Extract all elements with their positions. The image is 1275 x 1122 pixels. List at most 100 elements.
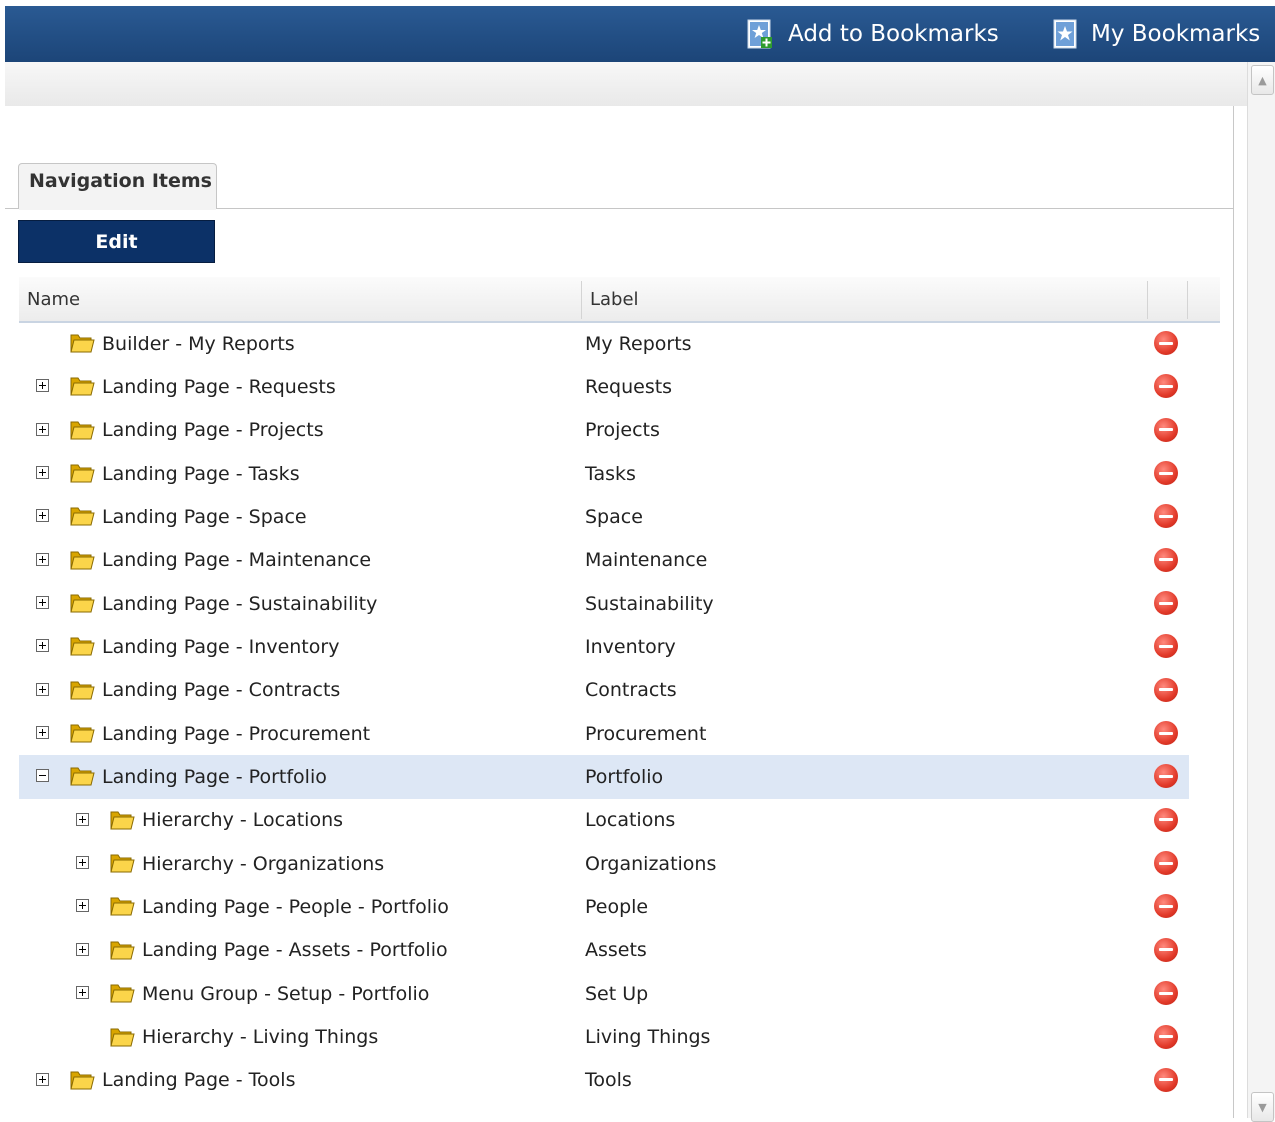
- row-label: Set Up: [585, 982, 649, 1005]
- remove-icon[interactable]: [1154, 1067, 1178, 1092]
- expand-icon[interactable]: [36, 639, 49, 653]
- row-label: Tasks: [585, 462, 636, 485]
- expand-icon[interactable]: [36, 466, 49, 480]
- table-row[interactable]: Landing Page - Requests Requests: [19, 365, 1189, 408]
- row-label: My Reports: [585, 332, 692, 355]
- my-bookmarks-link[interactable]: My Bookmarks: [1053, 18, 1260, 50]
- folder-icon: [109, 938, 135, 961]
- remove-icon[interactable]: [1154, 331, 1178, 355]
- bookmark-icon: [1053, 19, 1079, 49]
- expand-icon[interactable]: [36, 1072, 49, 1086]
- remove-icon[interactable]: [1154, 764, 1178, 789]
- folder-icon: [109, 808, 135, 831]
- folder-icon: [69, 374, 95, 397]
- row-name: Landing Page - Tools: [102, 1069, 296, 1092]
- folder-icon: [69, 591, 95, 614]
- table-row[interactable]: Landing Page - Inventory Inventory: [19, 625, 1189, 668]
- column-separator: [581, 281, 582, 319]
- folder-icon: [109, 851, 135, 874]
- row-label: Organizations: [585, 852, 717, 875]
- expand-icon[interactable]: [36, 552, 49, 566]
- table-row[interactable]: Landing Page - Projects Projects: [19, 409, 1189, 452]
- expand-icon[interactable]: [76, 986, 89, 1000]
- expand-icon[interactable]: [76, 899, 89, 913]
- row-label: Projects: [585, 419, 660, 442]
- bookmark-add-icon: [747, 19, 773, 49]
- tab-navigation-items[interactable]: Navigation Items: [18, 163, 217, 209]
- remove-icon[interactable]: [1154, 937, 1178, 962]
- table-row[interactable]: Landing Page - Tasks Tasks: [19, 452, 1189, 495]
- tab-gap: [19, 207, 216, 210]
- remove-icon[interactable]: [1154, 894, 1178, 919]
- remove-icon[interactable]: [1154, 634, 1178, 659]
- folder-icon: [69, 504, 95, 527]
- remove-icon[interactable]: [1154, 851, 1178, 876]
- remove-icon[interactable]: [1154, 1024, 1178, 1049]
- edit-button-label: Edit: [95, 230, 138, 253]
- row-name: Landing Page - Tasks: [102, 462, 300, 485]
- remove-icon[interactable]: [1154, 461, 1178, 486]
- table-row[interactable]: Menu Group - Setup - Portfolio Set Up: [19, 972, 1189, 1015]
- collapse-icon[interactable]: [36, 769, 49, 783]
- folder-icon: [69, 634, 95, 657]
- row-name: Hierarchy - Living Things: [142, 1026, 379, 1048]
- remove-icon[interactable]: [1154, 677, 1178, 702]
- expand-icon[interactable]: [36, 379, 49, 393]
- row-name: Landing Page - People - Portfolio: [142, 895, 449, 918]
- row-label: Tools: [585, 1069, 632, 1092]
- table-row[interactable]: Landing Page - Space Space: [19, 495, 1189, 538]
- folder-icon: [69, 548, 95, 571]
- row-label: Requests: [585, 375, 673, 398]
- remove-icon[interactable]: [1154, 417, 1178, 442]
- table-row[interactable]: Hierarchy - Organizations Organizations: [19, 842, 1189, 885]
- table-row[interactable]: Landing Page - Tools Tools: [19, 1059, 1189, 1102]
- row-label: Space: [585, 505, 643, 528]
- row-name: Hierarchy - Organizations: [142, 852, 385, 875]
- row-label: Inventory: [585, 635, 676, 658]
- remove-icon[interactable]: [1154, 504, 1178, 529]
- table-row[interactable]: Builder - My Reports My Reports: [19, 322, 1189, 365]
- table-row[interactable]: Landing Page - Maintenance Maintenance: [19, 539, 1189, 582]
- table-row[interactable]: Hierarchy - Locations Locations: [19, 799, 1189, 842]
- folder-icon: [69, 764, 95, 787]
- add-to-bookmarks-link[interactable]: Add to Bookmarks: [747, 18, 999, 50]
- remove-icon[interactable]: [1154, 374, 1178, 399]
- expand-icon[interactable]: [36, 422, 49, 436]
- row-label: People: [585, 895, 649, 918]
- column-header-name[interactable]: Name: [27, 277, 80, 321]
- expand-icon[interactable]: [36, 509, 49, 523]
- panel-border: [1233, 106, 1234, 1118]
- column-header-label[interactable]: Label: [590, 277, 639, 321]
- row-label: Living Things: [585, 1026, 711, 1048]
- table-row[interactable]: Landing Page - Sustainability Sustainabil…: [19, 582, 1189, 625]
- table-row[interactable]: Landing Page - Contracts Contracts: [19, 669, 1189, 712]
- table-row[interactable]: Landing Page - Portfolio Portfolio: [19, 755, 1189, 799]
- edit-button[interactable]: Edit: [18, 220, 215, 263]
- expand-icon[interactable]: [76, 856, 89, 870]
- folder-icon: [69, 1068, 95, 1091]
- remove-icon[interactable]: [1154, 547, 1178, 572]
- folder-icon: [109, 981, 135, 1004]
- expand-icon[interactable]: [76, 812, 89, 826]
- expand-icon[interactable]: [76, 942, 89, 956]
- row-name: Landing Page - Procurement: [102, 722, 371, 745]
- row-name: Builder - My Reports: [102, 332, 295, 355]
- table-row[interactable]: Landing Page - Procurement Procurement: [19, 712, 1189, 755]
- table-row[interactable]: Landing Page - People - Portfolio People: [19, 885, 1189, 928]
- row-name: Landing Page - Assets - Portfolio: [142, 939, 448, 962]
- folder-icon: [69, 461, 95, 484]
- remove-icon[interactable]: [1154, 807, 1178, 832]
- vertical-scrollbar[interactable]: ▲ ▼: [1247, 62, 1275, 1122]
- expand-icon[interactable]: [36, 682, 49, 696]
- scroll-up-button[interactable]: ▲: [1251, 65, 1274, 95]
- expand-icon[interactable]: [36, 596, 49, 610]
- remove-icon[interactable]: [1154, 981, 1178, 1006]
- remove-icon[interactable]: [1154, 721, 1178, 746]
- column-separator: [1147, 281, 1148, 319]
- remove-icon[interactable]: [1154, 591, 1178, 616]
- table-row[interactable]: Hierarchy - Living Things Living Things: [19, 1016, 1189, 1059]
- expand-icon[interactable]: [36, 726, 49, 740]
- table-row[interactable]: Landing Page - Assets - Portfolio Assets: [19, 929, 1189, 972]
- top-bar: Add to Bookmarks My Bookmarks: [5, 6, 1275, 62]
- row-name: Landing Page - Sustainability: [102, 592, 378, 615]
